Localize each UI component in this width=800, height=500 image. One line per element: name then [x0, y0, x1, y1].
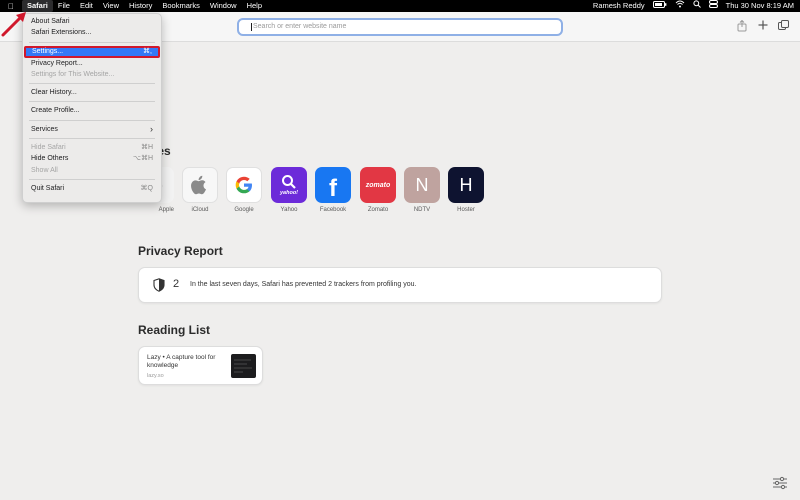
menu-history[interactable]: History: [124, 0, 157, 12]
favourite-google[interactable]: Google: [226, 167, 262, 213]
settings-shortcut: ⌘,: [143, 47, 152, 55]
new-tab-icon[interactable]: [756, 20, 770, 34]
tab-overview-icon[interactable]: [776, 20, 790, 34]
shield-icon: [153, 278, 165, 292]
customize-sliders-icon[interactable]: [772, 476, 788, 490]
favourite-zomato[interactable]: zomato Zomato: [360, 167, 396, 213]
zomato-icon: zomato: [360, 167, 396, 203]
reading-list-title: Reading List: [138, 323, 211, 337]
favourite-hoster[interactable]: H Hoster: [448, 167, 484, 213]
wifi-icon[interactable]: [675, 0, 685, 12]
search-icon[interactable]: [693, 0, 701, 12]
quit-shortcut: ⌘Q: [140, 184, 153, 192]
menu-bookmarks[interactable]: Bookmarks: [157, 0, 205, 12]
menu-item-about-safari[interactable]: About Safari: [23, 16, 161, 27]
ndtv-glyph: N: [415, 174, 429, 195]
annotation-arrow-icon: [1, 12, 26, 37]
yahoo-icon: yahoo!: [271, 167, 307, 203]
search-placeholder: Search or enter website name: [253, 23, 347, 30]
zomato-wordmark: zomato: [365, 181, 391, 189]
facebook-icon: f: [315, 167, 351, 203]
menu-item-safari-extensions[interactable]: Safari Extensions...: [23, 27, 161, 38]
favourite-label: Apple: [158, 207, 174, 213]
favourite-facebook[interactable]: f Facebook: [315, 167, 351, 213]
share-icon[interactable]: [735, 19, 749, 34]
menu-help[interactable]: Help: [242, 0, 267, 12]
reading-list-item-host: lazy.so: [147, 373, 164, 379]
datetime[interactable]: Thu 30 Nov 8:19 AM: [726, 0, 794, 12]
menu-item-settings[interactable]: Settings... ⌘,: [24, 45, 160, 58]
menu-view[interactable]: View: [98, 0, 124, 12]
safari-menu: About Safari Safari Extensions... Settin…: [22, 13, 162, 203]
apple-logo-icon: [182, 167, 218, 203]
favourite-ndtv[interactable]: N NDTV: [404, 167, 440, 213]
menu-bar-status: Ramesh Reddy Thu 30 Nov 8:19 AM: [593, 0, 794, 12]
reading-list-item-title: Lazy • A capture tool for knowledge: [147, 354, 216, 369]
google-icon: [226, 167, 262, 203]
hide-others-shortcut: ⌥⌘H: [132, 155, 153, 163]
menu-separator: [29, 138, 155, 140]
menu-separator: [29, 119, 155, 121]
ndtv-icon: N: [404, 167, 440, 203]
tracker-count: 2: [173, 278, 180, 290]
menu-separator: [29, 178, 155, 180]
facebook-glyph: f: [329, 175, 337, 202]
control-center-icon[interactable]: [708, 0, 718, 12]
hoster-glyph: H: [459, 174, 473, 195]
favourite-label: Google: [234, 207, 254, 213]
menu-bar:  Safari File Edit View History Bookmark…: [0, 0, 800, 12]
menu-item-create-profile[interactable]: Create Profile...: [23, 105, 161, 116]
favourite-label: Zomato: [367, 207, 389, 213]
reading-list-item[interactable]: Lazy • A capture tool for knowledge lazy…: [138, 346, 263, 385]
menu-item-privacy-report[interactable]: Privacy Report...: [23, 58, 161, 69]
chevron-right-icon: ›: [150, 123, 153, 134]
yahoo-wordmark: yahoo!: [279, 190, 299, 196]
user-name[interactable]: Ramesh Reddy: [593, 0, 645, 12]
menu-file[interactable]: File: [53, 0, 75, 12]
menu-item-settings-for-website: Settings for This Website...: [31, 70, 115, 78]
text-cursor: [251, 23, 252, 31]
favourite-icloud[interactable]: iCloud: [182, 167, 218, 213]
menu-edit[interactable]: Edit: [75, 0, 98, 12]
privacy-report-card[interactable]: 2 In the last seven days, Safari has pre…: [138, 267, 662, 303]
menu-item-services[interactable]: Services ›: [23, 124, 161, 135]
menu-item-hide-safari: Hide Safari ⌘H: [23, 142, 161, 153]
privacy-report-title: Privacy Report: [138, 244, 223, 258]
menu-separator: [29, 83, 155, 85]
search-input[interactable]: Search or enter website name: [237, 18, 563, 36]
menu-separator: [29, 101, 155, 103]
menu-item-quit-safari[interactable]: Quit Safari ⌘Q: [23, 183, 161, 194]
favourite-yahoo[interactable]: yahoo! Yahoo: [271, 167, 307, 213]
favourite-label: iCloud: [191, 207, 209, 213]
favourite-label: NDTV: [413, 207, 431, 213]
menu-separator: [29, 41, 155, 43]
menu-item-hide-others[interactable]: Hide Others ⌥⌘H: [23, 153, 161, 164]
favourite-label: Facebook: [319, 207, 347, 213]
privacy-summary: In the last seven days, Safari has preve…: [190, 281, 417, 288]
favourite-label: Yahoo: [280, 207, 298, 213]
battery-icon[interactable]: [652, 0, 667, 12]
menu-item-show-all: Show All: [31, 166, 58, 174]
menu-window[interactable]: Window: [205, 0, 242, 12]
hide-safari-shortcut: ⌘H: [140, 144, 153, 152]
favourite-label: Hoster: [457, 207, 475, 213]
menu-item-clear-history[interactable]: Clear History...: [23, 87, 161, 98]
hoster-icon: H: [448, 167, 484, 203]
reading-list-thumbnail: [231, 354, 256, 378]
